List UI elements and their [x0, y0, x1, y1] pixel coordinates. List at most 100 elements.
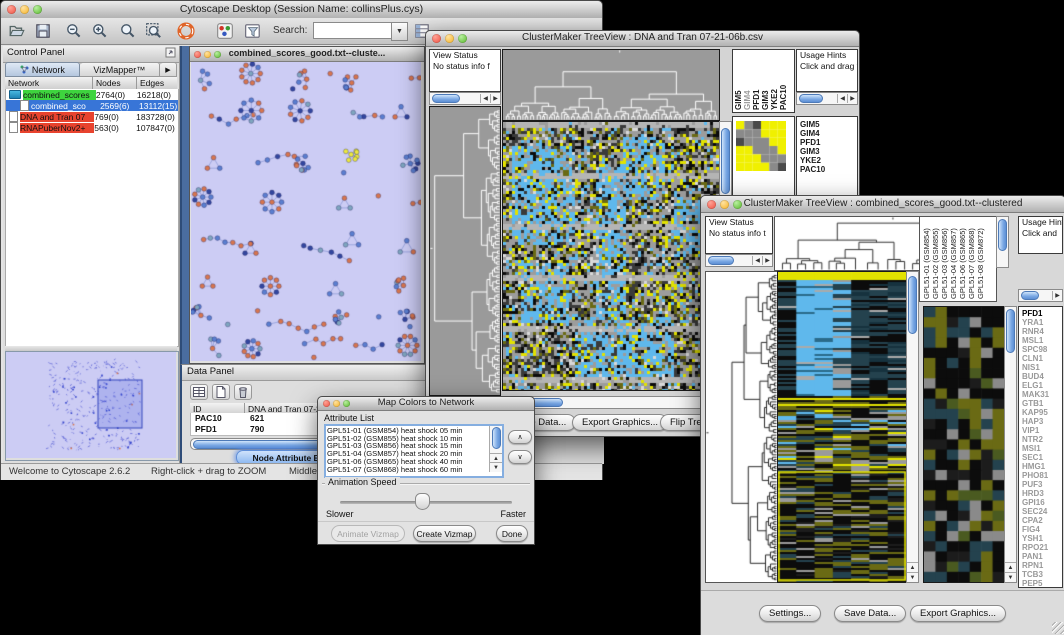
select-attributes-icon[interactable]: [190, 384, 208, 400]
network-view-titlebar[interactable]: combined_scores_good.txt--cluste...: [190, 47, 424, 62]
treeview2-titlebar[interactable]: ClusterMaker TreeView : combined_scores_…: [701, 196, 1064, 213]
tv2-gene-label[interactable]: MSI1: [1019, 444, 1062, 453]
search-dropdown-button[interactable]: ▼: [391, 22, 408, 41]
tv2-gene-label[interactable]: PFD1: [1019, 309, 1062, 318]
scroll-left-arrow[interactable]: ◀: [480, 94, 490, 103]
network-tree-row[interactable]: DNA and Tran 07 769(0) 183728(0): [6, 111, 178, 122]
listbox-vscrollbar[interactable]: ▲ ▼: [489, 426, 502, 472]
tv1-zoom-matrix-canvas[interactable]: [736, 121, 786, 171]
tv2-gene-label[interactable]: SEC24: [1019, 507, 1062, 516]
zoom-in-icon[interactable]: [91, 22, 109, 45]
tv1-column-label[interactable]: PFD1: [752, 51, 761, 110]
tv2-gene-label[interactable]: KAP95: [1019, 408, 1062, 417]
tv1-gene-label[interactable]: GIM3: [797, 147, 857, 156]
speed-slider-thumb[interactable]: [415, 493, 430, 510]
scroll-thumb[interactable]: [1006, 309, 1015, 353]
network-overview-panel[interactable]: [5, 351, 179, 461]
attribute-item[interactable]: GPL51-07 (GSM868) heat shock 60 min: [327, 466, 489, 474]
tv2-settings-button[interactable]: Settings...: [759, 605, 821, 622]
tv2-gene-label[interactable]: RNR4: [1019, 327, 1062, 336]
tv1-column-dendrogram[interactable]: [502, 49, 720, 121]
tv1-gene-label[interactable]: GIM5: [797, 120, 857, 129]
tv1-column-label[interactable]: PAC10: [779, 51, 788, 110]
tv2-column-label[interactable]: GPL51-01 (GSM854): [922, 218, 931, 299]
tv2-gene-label[interactable]: HAP3: [1019, 417, 1062, 426]
tv2-column-label[interactable]: GPL51-03 (GSM856): [940, 218, 949, 299]
zoom-selected-icon[interactable]: [119, 22, 137, 45]
new-attribute-icon[interactable]: [212, 384, 230, 400]
tv2-gene-label[interactable]: CPA2: [1019, 516, 1062, 525]
scroll-up-arrow[interactable]: ▲: [1005, 562, 1016, 572]
cytoscape-titlebar[interactable]: Cytoscape Desktop (Session Name: collins…: [1, 1, 602, 19]
tv1-gene-label[interactable]: GIM4: [797, 129, 857, 138]
scroll-down-arrow[interactable]: ▼: [1005, 572, 1016, 582]
open-session-icon[interactable]: [8, 22, 26, 45]
network-view-canvas[interactable]: [191, 62, 421, 361]
scroll-up-arrow[interactable]: ▲: [907, 562, 918, 572]
tv1-hints-hscrollbar[interactable]: ◀▶: [796, 92, 858, 105]
network-overview-canvas[interactable]: [6, 352, 176, 458]
scroll-left-arrow[interactable]: ◀: [837, 94, 847, 103]
tv2-column-label[interactable]: GPL51-07 (GSM868): [967, 218, 976, 299]
tv2-gene-label[interactable]: PHO81: [1019, 471, 1062, 480]
float-panel-icon[interactable]: [165, 47, 176, 61]
tv2-heatmap-canvas[interactable]: [777, 271, 907, 583]
tv2-gene-label[interactable]: HRD3: [1019, 489, 1062, 498]
tv1-row-dendrogram[interactable]: [429, 106, 501, 396]
tv2-gene-label[interactable]: ELG1: [1019, 381, 1062, 390]
tv2-gene-label[interactable]: NIS1: [1019, 363, 1062, 372]
tv1-column-label[interactable]: GIM5: [734, 51, 743, 110]
tv2-column-label[interactable]: GPL51-08 (GSM872): [976, 218, 985, 299]
tv1-status-hscrollbar[interactable]: ◀▶: [429, 92, 501, 105]
tv2-column-label[interactable]: GPL51-04 (GSM857): [949, 218, 958, 299]
tab-overflow-button[interactable]: ▶: [160, 62, 177, 77]
scroll-right-arrow[interactable]: ▶: [1052, 291, 1062, 300]
tv2-gene-label[interactable]: CLN1: [1019, 354, 1062, 363]
scroll-right-arrow[interactable]: ▶: [847, 94, 857, 103]
tv2-zoom-vscrollbar[interactable]: ▲ ▼: [1004, 306, 1017, 583]
tab-network[interactable]: Network: [5, 62, 80, 77]
scroll-thumb[interactable]: [1021, 291, 1039, 300]
tv1-gene-label[interactable]: PAC10: [797, 165, 857, 174]
network-tree-row[interactable]: RNAPuberNov2+ 563(0) 107847(0): [6, 122, 178, 133]
scroll-thumb[interactable]: [721, 128, 730, 194]
delete-attribute-icon[interactable]: [234, 384, 252, 400]
tv2-gene-label[interactable]: HMG1: [1019, 462, 1062, 471]
vizmapper-icon[interactable]: [216, 22, 234, 45]
filter-icon[interactable]: [244, 22, 262, 45]
tv2-gene-label[interactable]: RPO21: [1019, 543, 1062, 552]
tv2-export-graphics-button[interactable]: Export Graphics...: [910, 605, 1006, 622]
network-tree-list[interactable]: combined_scores 2764(0) 16218(0) combine…: [5, 89, 179, 347]
scroll-thumb[interactable]: [432, 94, 460, 103]
tv2-gene-label[interactable]: NTR2: [1019, 435, 1062, 444]
tv2-status-hscrollbar[interactable]: ◀▶: [705, 254, 773, 267]
tv1-column-label[interactable]: YKE2: [770, 51, 779, 110]
tv2-gene-list[interactable]: PFD1YRA1RNR4MSL1SPC98CLN1NIS1BUD4ELG1MAK…: [1018, 306, 1063, 588]
zoom-out-icon[interactable]: [65, 22, 83, 45]
create-vizmap-button[interactable]: Create Vizmap: [413, 525, 476, 542]
network-tree-row[interactable]: combined_sco 2569(6) 13112(15): [6, 100, 178, 111]
tv1-column-label[interactable]: GIM4: [743, 51, 752, 110]
tv2-zoom-heatmap-canvas[interactable]: [923, 306, 1005, 583]
tv2-gene-label[interactable]: VIP1: [1019, 426, 1062, 435]
move-down-button[interactable]: ∨: [508, 450, 532, 464]
tv2-gene-label[interactable]: MSL1: [1019, 336, 1062, 345]
tv2-gene-label[interactable]: PUF3: [1019, 480, 1062, 489]
help-icon[interactable]: [177, 22, 195, 45]
tv2-gene-label[interactable]: YRA1: [1019, 318, 1062, 327]
scroll-thumb[interactable]: [998, 219, 1007, 251]
scroll-thumb[interactable]: [908, 276, 917, 334]
tv2-heatmap-vscrollbar[interactable]: ▲ ▼: [906, 271, 919, 583]
scroll-thumb[interactable]: [799, 94, 823, 103]
scroll-left-arrow[interactable]: ◀: [752, 256, 762, 265]
attribute-listbox[interactable]: GPL51-01 (GSM854) heat shock 05 minGPL51…: [324, 424, 504, 478]
scroll-thumb[interactable]: [492, 427, 501, 449]
save-session-icon[interactable]: [34, 22, 52, 45]
tv2-save-data-button[interactable]: Save Data...: [834, 605, 906, 622]
done-button[interactable]: Done: [496, 525, 528, 542]
tv2-gene-label[interactable]: GPI16: [1019, 498, 1062, 507]
tv2-gene-label[interactable]: YSH1: [1019, 534, 1062, 543]
scroll-right-arrow[interactable]: ▶: [762, 256, 772, 265]
tv2-column-label[interactable]: GPL51-02 (GSM855): [931, 218, 940, 299]
tv2-labels-vscrollbar[interactable]: [996, 216, 1009, 268]
